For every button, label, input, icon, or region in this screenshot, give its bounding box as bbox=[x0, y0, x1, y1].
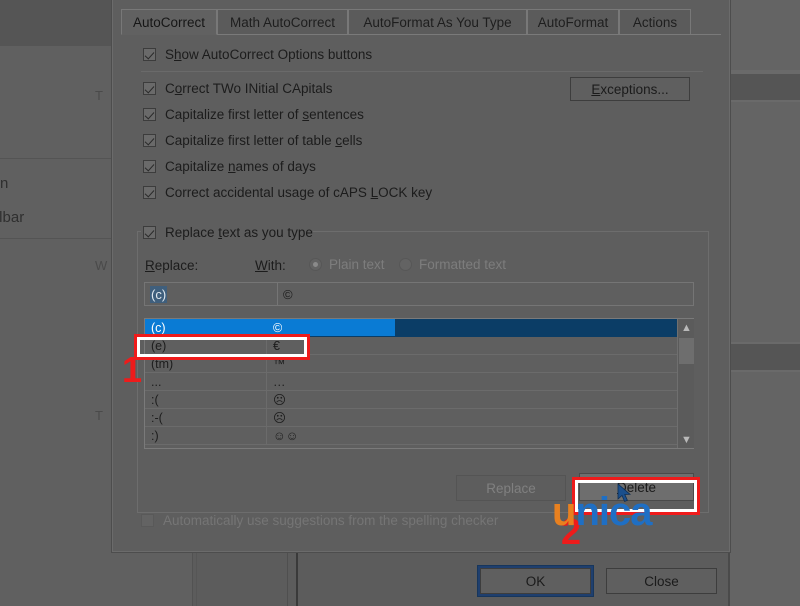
divider bbox=[141, 71, 703, 72]
background-column-marker: T bbox=[95, 88, 103, 103]
replace-button-label: Replace bbox=[486, 481, 536, 496]
replace-input-value: (c) bbox=[150, 286, 167, 303]
checkbox-use-spelling-suggestions[interactable]: Automatically use suggestions from the s… bbox=[141, 513, 498, 528]
list-item[interactable]: :)☺☺ bbox=[145, 427, 693, 445]
list-item-replace: :-( bbox=[145, 409, 267, 426]
background-column-marker: T bbox=[95, 408, 103, 423]
list-item-with: ☹ bbox=[267, 409, 693, 426]
tab-actions[interactable]: Actions bbox=[619, 9, 691, 35]
ok-button[interactable]: OK bbox=[480, 568, 591, 594]
close-button[interactable]: Close bbox=[606, 568, 717, 594]
close-button-label: Close bbox=[644, 574, 679, 589]
list-item-with: € bbox=[267, 337, 693, 354]
background-band bbox=[730, 74, 800, 100]
checkbox-label: Show AutoCorrect Options buttons bbox=[165, 47, 372, 62]
checkbox-label: Correct TWo INitial CApitals bbox=[165, 81, 333, 96]
radio-formatted-text-label: Formatted text bbox=[419, 257, 506, 272]
list-item[interactable]: :-(☹ bbox=[145, 409, 693, 427]
list-item-with: ™ bbox=[267, 355, 693, 372]
unica-watermark: unica bbox=[552, 492, 651, 532]
checkbox-box[interactable] bbox=[143, 108, 156, 121]
list-item-replace: :) bbox=[145, 427, 267, 444]
checkbox-capitalize-names-of-days[interactable]: Capitalize names of days bbox=[143, 159, 316, 174]
tab-bar: AutoCorrect Math AutoCorrect AutoFormat As… bbox=[113, 9, 729, 35]
checkbox-label: Replace text as you type bbox=[165, 225, 313, 240]
scroll-up-arrow-icon[interactable]: ▲ bbox=[678, 319, 695, 336]
exceptions-button[interactable]: Exceptions... bbox=[570, 77, 690, 101]
tab-label: Actions bbox=[633, 15, 677, 30]
radio-plain-text-label: Plain text bbox=[329, 257, 385, 272]
list-item-replace: ... bbox=[145, 373, 267, 390]
checkbox-show-autocorrect-options[interactable]: Show AutoCorrect Options buttons bbox=[143, 47, 372, 62]
checkbox-replace-text-as-you-type[interactable]: Replace text as you type bbox=[143, 225, 313, 240]
checkbox-label: Capitalize first letter of sentences bbox=[165, 107, 364, 122]
list-item-with: ☺☺ bbox=[267, 427, 693, 444]
tab-label: AutoCorrect bbox=[133, 15, 205, 30]
radio-dot[interactable] bbox=[399, 258, 412, 271]
background-column-marker: W bbox=[95, 258, 107, 273]
tab-label: AutoFormat As You Type bbox=[363, 15, 511, 30]
background-band bbox=[730, 100, 800, 102]
list-item[interactable]: :(☹ bbox=[145, 391, 693, 409]
exceptions-button-label: Exceptions... bbox=[591, 82, 668, 97]
with-input[interactable]: © bbox=[278, 283, 693, 305]
checkbox-label: Correct accidental usage of cAPS LOCK ke… bbox=[165, 185, 432, 200]
list-item-with: ☹ bbox=[267, 391, 693, 408]
tab-label: Math AutoCorrect bbox=[230, 15, 335, 30]
checkbox-capitalize-first-letter-sentences[interactable]: Capitalize first letter of sentences bbox=[143, 107, 364, 122]
tab-autoformat[interactable]: AutoFormat bbox=[527, 9, 619, 35]
list-vertical-scrollbar[interactable]: ▲ ▼ bbox=[677, 319, 694, 448]
ok-button-label: OK bbox=[526, 574, 546, 589]
background-band bbox=[730, 370, 800, 372]
tab-autoformat-as-you-type[interactable]: AutoFormat As You Type bbox=[348, 9, 527, 35]
checkbox-label: Capitalize names of days bbox=[165, 159, 316, 174]
radio-formatted-text[interactable]: Formatted text bbox=[399, 257, 506, 272]
tab-label: AutoFormat bbox=[538, 15, 609, 30]
list-item-with: … bbox=[267, 373, 693, 390]
checkbox-label: Automatically use suggestions from the s… bbox=[163, 513, 498, 528]
annotation-rect-selected-entry bbox=[134, 334, 310, 360]
background-band bbox=[730, 344, 800, 370]
replace-field-label: Replace: bbox=[145, 258, 198, 273]
with-field-label: With: bbox=[255, 258, 286, 273]
checkbox-box[interactable] bbox=[143, 48, 156, 61]
with-input-value: © bbox=[283, 287, 293, 302]
list-item-replace: :( bbox=[145, 391, 267, 408]
dialog-body: Show AutoCorrect Options buttons Correct… bbox=[113, 35, 729, 515]
mouse-cursor-icon bbox=[618, 484, 634, 506]
replace-with-input-row[interactable]: (c) © bbox=[144, 282, 694, 306]
tab-math-autocorrect[interactable]: Math AutoCorrect bbox=[217, 9, 348, 35]
checkbox-box[interactable] bbox=[143, 160, 156, 173]
replace-button[interactable]: Replace bbox=[456, 475, 566, 501]
checkbox-label: Capitalize first letter of table cells bbox=[165, 133, 362, 148]
scroll-thumb[interactable] bbox=[679, 338, 694, 364]
watermark-part-1: u bbox=[552, 490, 575, 534]
background-menu-item: …bbon bbox=[0, 175, 8, 192]
checkbox-box[interactable] bbox=[143, 186, 156, 199]
list-item[interactable]: ...… bbox=[145, 373, 693, 391]
watermark-part-2: nica bbox=[575, 490, 651, 534]
radio-dot[interactable] bbox=[309, 258, 322, 271]
radio-plain-text[interactable]: Plain text bbox=[309, 257, 385, 272]
checkbox-box[interactable] bbox=[143, 134, 156, 147]
tab-autocorrect[interactable]: AutoCorrect bbox=[121, 9, 217, 35]
scroll-down-arrow-icon[interactable]: ▼ bbox=[678, 431, 695, 448]
checkbox-box[interactable] bbox=[143, 82, 156, 95]
checkbox-box[interactable] bbox=[143, 226, 156, 239]
checkbox-box[interactable] bbox=[141, 514, 154, 527]
background-menu-item: …Toolbar bbox=[0, 209, 24, 226]
annotation-step-1: 1 bbox=[122, 352, 142, 388]
replace-input[interactable]: (c) bbox=[145, 283, 278, 305]
checkbox-capitalize-first-letter-table-cells[interactable]: Capitalize first letter of table cells bbox=[143, 133, 362, 148]
checkbox-correct-two-initial-capitals[interactable]: Correct TWo INitial CApitals bbox=[143, 81, 333, 96]
autocorrect-dialog: AutoCorrect Math AutoCorrect AutoFormat As… bbox=[112, 0, 730, 552]
checkbox-correct-caps-lock[interactable]: Correct accidental usage of cAPS LOCK ke… bbox=[143, 185, 432, 200]
